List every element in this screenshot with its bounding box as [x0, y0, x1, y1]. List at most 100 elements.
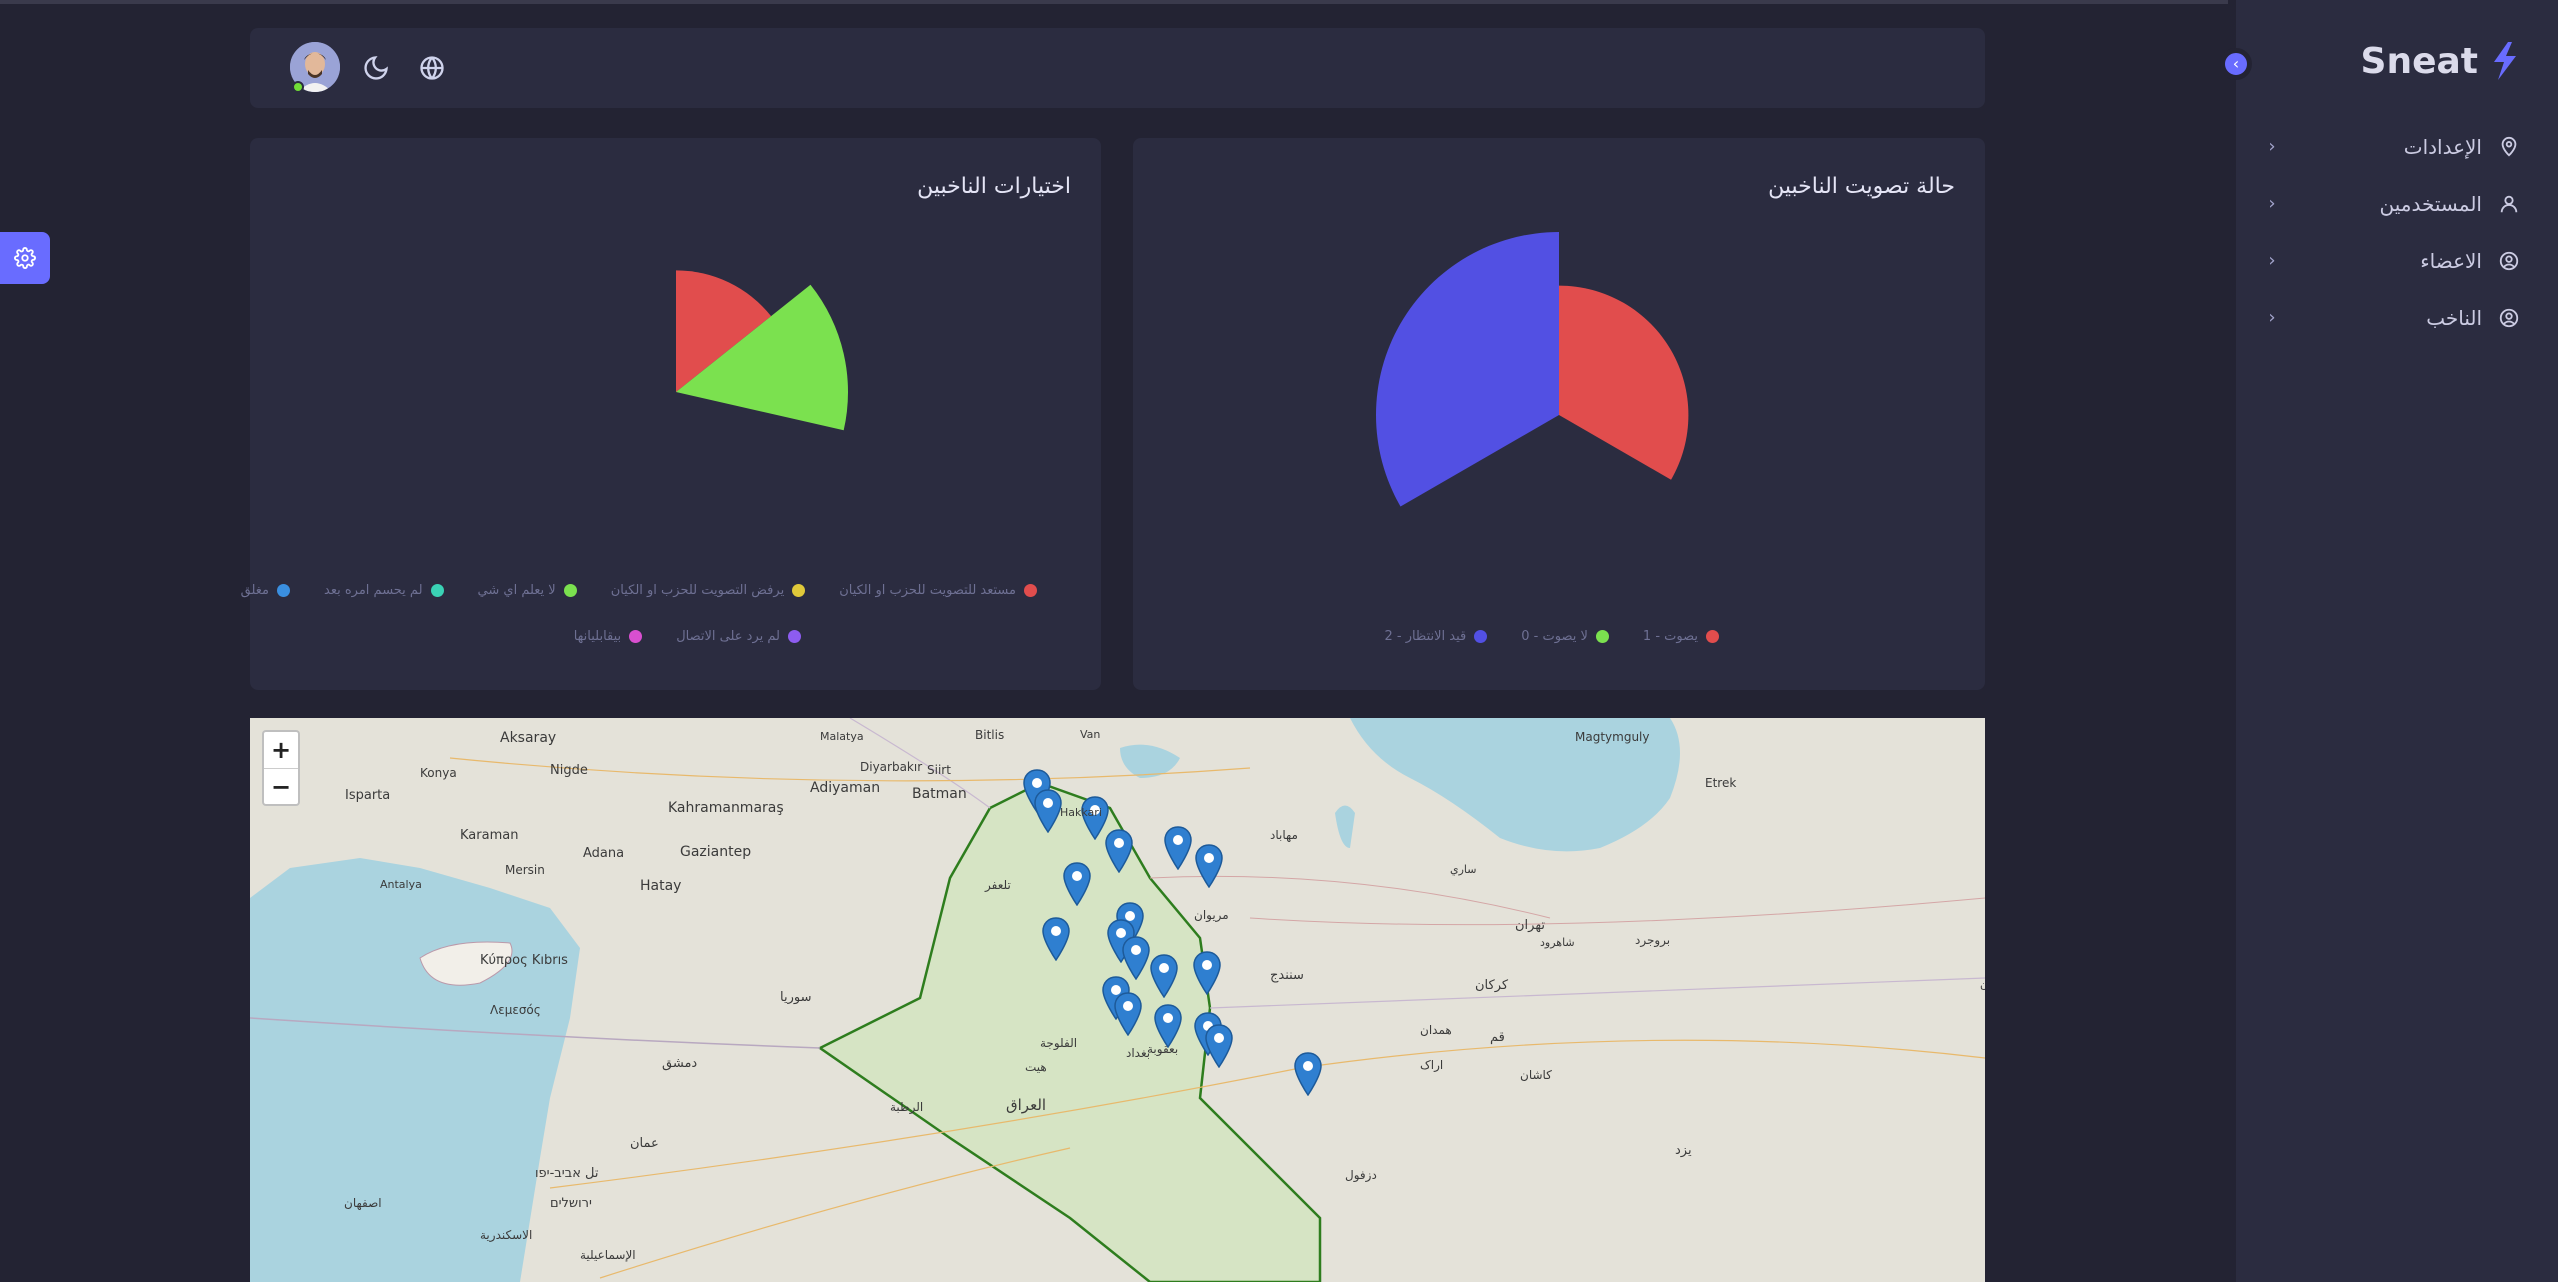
- legend-item[interactable]: بيقابليانها: [574, 629, 643, 644]
- map-place-label: Aksaray: [500, 730, 557, 746]
- legend-item[interactable]: مغلق: [241, 583, 290, 598]
- map-place-label: Karaman: [460, 828, 519, 843]
- legend-item[interactable]: لا يعلم اي شي: [478, 583, 577, 598]
- map-place-label: قم: [1490, 1030, 1505, 1045]
- top-progress-line: [0, 0, 2228, 4]
- map-place-label: تلعفر: [985, 878, 1011, 892]
- legend-item[interactable]: قيد الانتظار - 2: [1384, 629, 1488, 644]
- brand-logo[interactable]: Sneat: [2361, 40, 2522, 82]
- map-place-label: Hakkari: [1060, 806, 1102, 819]
- map-place-label: الفلوجة: [1040, 1036, 1078, 1050]
- gear-icon: [14, 247, 36, 269]
- map-marker-icon[interactable]: [1114, 992, 1142, 1036]
- sidebar-collapse-button[interactable]: ›: [2220, 48, 2252, 80]
- map-place-label: تل אביב-יפו: [535, 1166, 599, 1181]
- sidebar-item-members[interactable]: الاعضاء ‹: [2262, 232, 2522, 289]
- sidebar-item-settings[interactable]: الإعدادات ‹: [2262, 118, 2522, 175]
- sidebar-item-voter[interactable]: الناخب ‹: [2262, 289, 2522, 346]
- map-place-label: تهران: [1515, 918, 1545, 933]
- legend-item[interactable]: لم يرد على الاتصال: [676, 629, 801, 644]
- map-place-label: هيت: [1025, 1060, 1047, 1074]
- map-pin-icon: [2496, 134, 2522, 160]
- map-place-label: Adiyaman: [810, 780, 881, 796]
- map-marker-icon[interactable]: [1150, 954, 1178, 998]
- legend-item[interactable]: يصوت - 1: [1643, 629, 1719, 644]
- legend-item[interactable]: يرفض التصويت للحزب او الكيان: [611, 583, 806, 598]
- map-marker-icon[interactable]: [1063, 862, 1091, 906]
- map-place-label: Adana: [583, 846, 625, 861]
- map-place-label: همدان: [1420, 1023, 1452, 1037]
- user-icon: [2496, 191, 2522, 217]
- map-place-label: Mersin: [505, 863, 545, 877]
- sidebar: › Sneat الإعدادات ‹ المستخدمين ‹ الاعضاء: [2220, 0, 2558, 1282]
- globe-icon[interactable]: [418, 54, 446, 82]
- user-circle-icon: [2496, 305, 2522, 331]
- map-place-label: عمان: [630, 1136, 659, 1151]
- sidebar-menu: الإعدادات ‹ المستخدمين ‹ الاعضاء ‹ الناخ…: [2262, 118, 2522, 346]
- chevron-left-icon: ‹: [2268, 250, 2276, 271]
- legend-item[interactable]: لم يحسم امره بعد: [324, 583, 444, 598]
- map-marker-icon[interactable]: [1195, 844, 1223, 888]
- map-place-label: Isparta: [345, 788, 391, 803]
- map-marker-icon[interactable]: [1105, 829, 1133, 873]
- voter-choices-chart: [676, 270, 848, 431]
- map-place-label: دمشق: [662, 1056, 698, 1071]
- map-place-label: Gaziantep: [680, 844, 752, 860]
- map-place-label: یزد: [1675, 1143, 1692, 1158]
- top-navbar: [250, 28, 1985, 108]
- sidebar-item-label: الإعدادات: [2403, 134, 2482, 159]
- map-place-label: ירושלים: [550, 1196, 592, 1211]
- map-place-label: بروجرد: [1635, 933, 1671, 947]
- map-place-label: دزفول: [1345, 1168, 1377, 1182]
- moon-icon[interactable]: [362, 54, 390, 82]
- zoom-in-button[interactable]: +: [264, 732, 298, 768]
- voters-map[interactable]: + − Aksaray Nigde Konya Isparta Karaman Adana…: [250, 718, 1985, 1282]
- online-status-dot: [292, 81, 304, 93]
- map-place-label: Etrek: [1705, 776, 1737, 790]
- zoom-control: + −: [262, 730, 300, 806]
- map-place-label: مهاباد: [1270, 828, 1298, 842]
- user-circle-icon: [2496, 248, 2522, 274]
- sidebar-item-label: الاعضاء: [2420, 248, 2482, 273]
- map-place-label: سنندج: [1270, 968, 1304, 983]
- map-place-label: Λεμεσός: [490, 1003, 541, 1017]
- map-place-label: الاسكندرية: [480, 1228, 533, 1242]
- voting-status-legend: يصوت - 1 لا يصوت - 0 قيد الانتظار - 2: [1384, 629, 1719, 644]
- map-place-label: Bitlis: [975, 728, 1005, 742]
- map-place-label: Magtymguly: [1575, 730, 1650, 744]
- pie-slice-1[interactable]: [1559, 285, 1689, 480]
- map-marker-icon[interactable]: [1042, 917, 1070, 961]
- map-marker-icon[interactable]: [1205, 1024, 1233, 1068]
- map-place-label: ساري: [1450, 863, 1477, 876]
- map-place-label: مريوان: [1194, 908, 1229, 922]
- map-marker-icon[interactable]: [1034, 789, 1062, 833]
- map-place-label: Batman: [912, 786, 967, 802]
- legend-item[interactable]: مستعد للتصويت للحزب او الكيان: [839, 583, 1037, 598]
- map-place-label: کاشان: [1520, 1068, 1552, 1082]
- pie-slice-3[interactable]: [1376, 232, 1559, 507]
- legend-item[interactable]: لا يصوت - 0: [1521, 629, 1609, 644]
- sidebar-item-users[interactable]: المستخدمين ‹: [2262, 175, 2522, 232]
- map-place-label: Siirt: [927, 763, 951, 777]
- chevron-left-icon: ‹: [2268, 193, 2276, 214]
- map-place-label: الرطبة: [890, 1100, 924, 1114]
- voter-choices-legend-row-2: لم يرد على الاتصال بيقابليانها: [574, 629, 801, 644]
- map-place-label: کرکان: [1475, 978, 1509, 993]
- map-marker-icon[interactable]: [1164, 826, 1192, 870]
- map-place-label: سوريا: [780, 990, 812, 1005]
- map-marker-icon[interactable]: [1122, 936, 1150, 980]
- map-marker-icon[interactable]: [1294, 1052, 1322, 1096]
- map-place-label: Κύπρος Kıbrıs: [480, 953, 568, 968]
- map-place-label: سمنان: [1980, 978, 1985, 991]
- map-place-label: اصفهان: [344, 1196, 382, 1210]
- map-place-label: Diyarbakır: [860, 760, 923, 774]
- chevron-left-icon: ‹: [2268, 307, 2276, 328]
- chevron-right-icon: ›: [2232, 54, 2240, 73]
- map-marker-icon[interactable]: [1193, 951, 1221, 995]
- map-place-label: العراق: [1006, 1096, 1047, 1114]
- customizer-toggle-button[interactable]: [0, 232, 50, 284]
- map-place-label: Nigde: [550, 763, 588, 778]
- map-place-label: اراک: [1420, 1058, 1444, 1072]
- map-place-label: شاهرود: [1540, 936, 1575, 949]
- zoom-out-button[interactable]: −: [264, 768, 298, 804]
